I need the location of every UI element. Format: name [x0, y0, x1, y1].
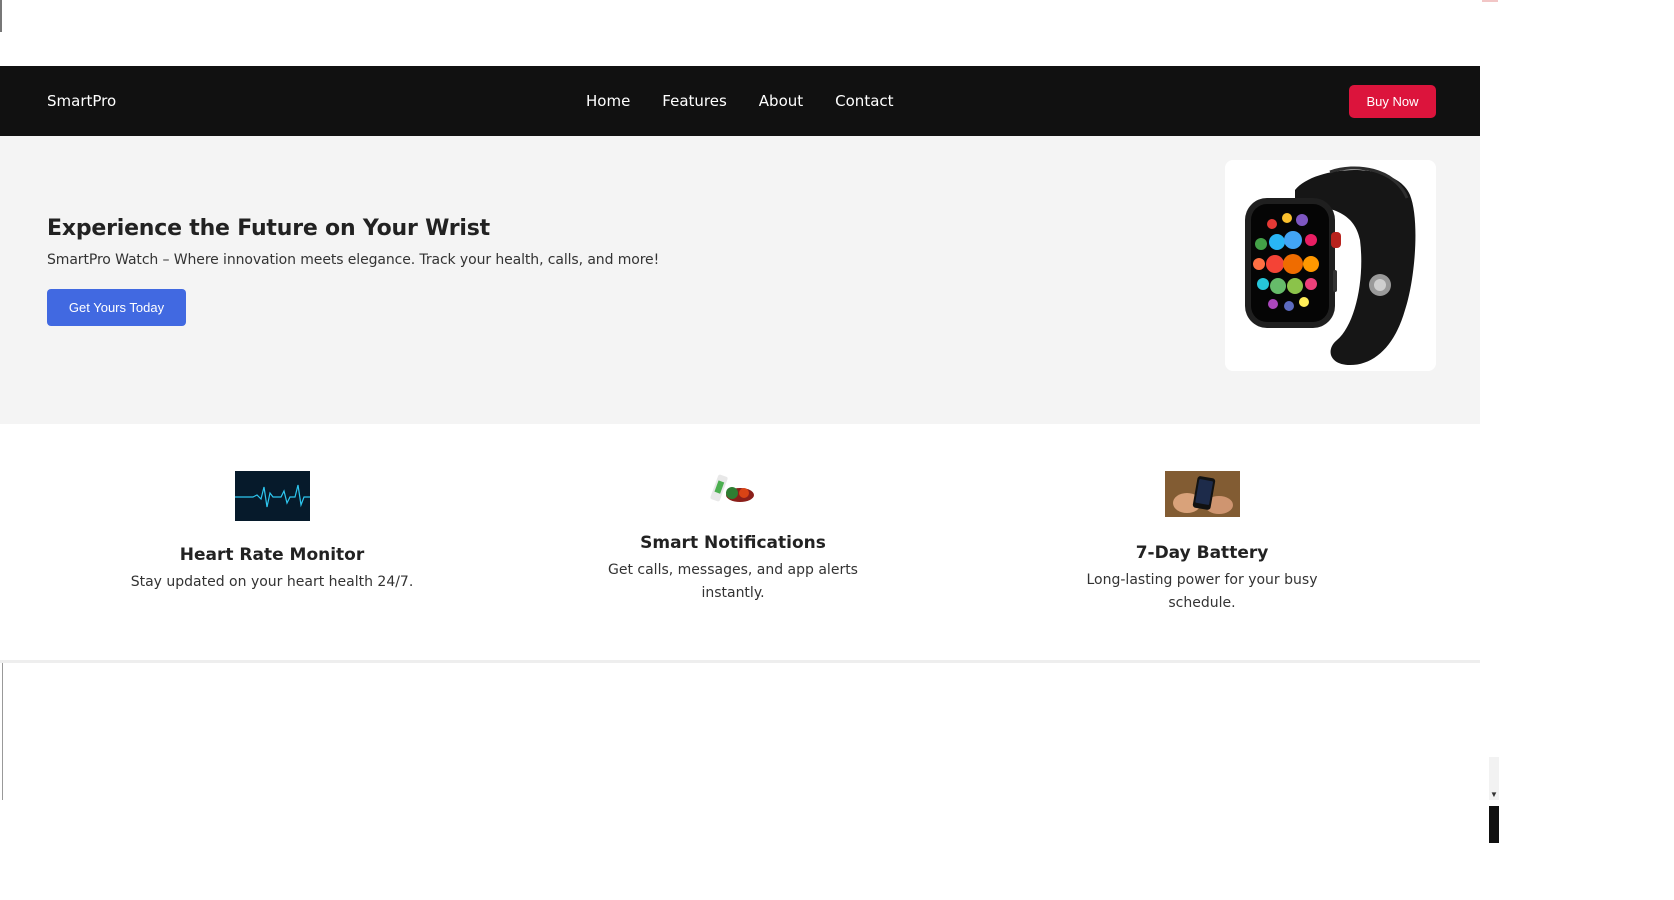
page: SmartPro Home Features About Contact Buy… — [0, 0, 1480, 900]
nav-links: Home Features About Contact — [586, 92, 894, 110]
hero-subtitle: SmartPro Watch – Where innovation meets … — [47, 252, 660, 268]
feature-description: Get calls, messages, and app alerts inst… — [583, 559, 883, 605]
feature-title: Smart Notifications — [640, 533, 826, 553]
feature-title: 7-Day Battery — [1135, 543, 1269, 563]
corner-marker — [1482, 0, 1498, 2]
section-divider — [0, 660, 1480, 663]
text-cursor — [0, 0, 2, 32]
feature-desc-line: schedule. — [1168, 595, 1236, 611]
feature-desc-line: Stay updated on your heart health 24/7. — [130, 574, 414, 590]
feature-title: Heart Rate Monitor — [179, 545, 365, 565]
nav-link-contact[interactable]: Contact — [835, 92, 893, 110]
brand-logo[interactable]: SmartPro — [47, 92, 116, 110]
feature-desc-line: Get calls, messages, and app alerts — [608, 562, 858, 578]
feature-battery: 7-Day Battery Long-lasting power for you… — [1052, 471, 1352, 615]
phone-battery-image — [1164, 471, 1240, 517]
feature-description: Long-lasting power for your busy schedul… — [1052, 569, 1352, 615]
scrollbar-thumb[interactable] — [1489, 806, 1499, 843]
feature-desc-line: Long-lasting power for your busy — [1086, 572, 1318, 588]
product-image-card — [1225, 160, 1436, 371]
buy-now-button[interactable]: Buy Now — [1349, 85, 1436, 118]
scroll-down-icon[interactable]: ▼ — [1489, 790, 1499, 800]
feature-heart-rate: Heart Rate Monitor Stay updated on your … — [122, 471, 422, 594]
nav-link-home[interactable]: Home — [586, 92, 630, 110]
heartbeat-image — [234, 471, 310, 521]
navbar: SmartPro Home Features About Contact Buy… — [0, 66, 1480, 136]
smartwatch-image — [1245, 166, 1416, 365]
get-yours-today-button[interactable]: Get Yours Today — [47, 289, 186, 326]
feature-notifications: Smart Notifications Get calls, messages,… — [583, 471, 883, 605]
left-edge-line — [2, 663, 3, 800]
features-section: Heart Rate Monitor Stay updated on your … — [0, 424, 1480, 662]
feature-desc-line: instantly. — [701, 585, 765, 601]
top-blank-area — [0, 0, 1480, 66]
hero-section: Experience the Future on Your Wrist Smar… — [0, 136, 1480, 424]
nav-link-features[interactable]: Features — [662, 92, 727, 110]
feature-description: Stay updated on your heart health 24/7. — [122, 571, 422, 594]
notification-image — [710, 474, 754, 502]
nav-link-about[interactable]: About — [759, 92, 803, 110]
hero-title: Experience the Future on Your Wrist — [47, 216, 490, 241]
